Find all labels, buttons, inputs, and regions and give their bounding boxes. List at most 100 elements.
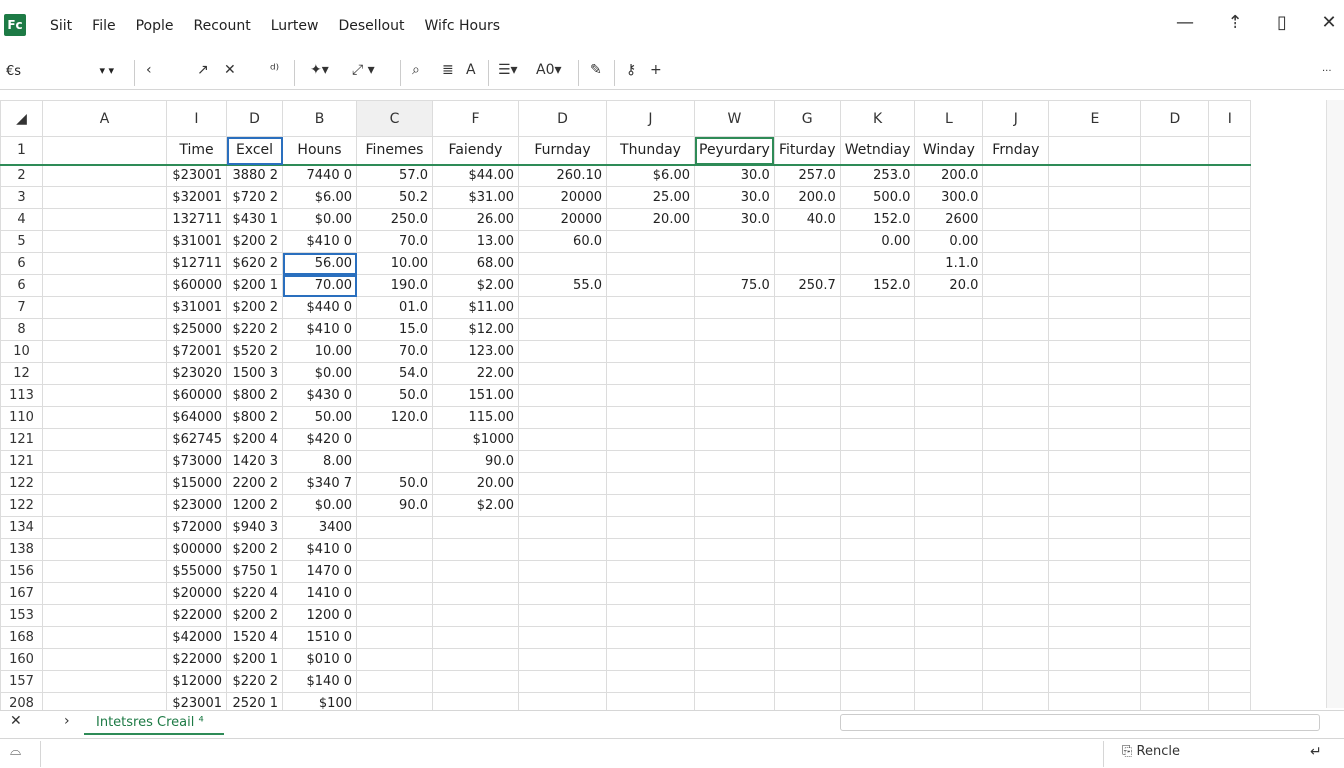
name-box[interactable]: €s ▾ ▾ xyxy=(0,60,120,86)
cell[interactable] xyxy=(518,538,607,561)
cell[interactable] xyxy=(914,472,984,495)
cell[interactable]: $12000 xyxy=(166,670,227,693)
cell[interactable] xyxy=(606,230,695,253)
cell[interactable] xyxy=(42,136,167,166)
row-header[interactable]: 153 xyxy=(0,604,43,627)
row-header[interactable]: 4 xyxy=(0,208,43,231)
cell[interactable] xyxy=(1140,582,1210,605)
cell[interactable]: 0.00 xyxy=(914,230,984,253)
cell[interactable]: $2.00 xyxy=(432,274,519,297)
cell[interactable] xyxy=(42,318,167,341)
cell[interactable] xyxy=(1140,538,1210,561)
cell[interactable]: $340 7 xyxy=(282,472,357,495)
cell[interactable] xyxy=(694,604,775,627)
pen-icon[interactable]: ✎ xyxy=(590,62,602,78)
cell[interactable] xyxy=(694,538,775,561)
cell[interactable] xyxy=(1140,450,1210,473)
cell[interactable]: 151.00 xyxy=(432,384,519,407)
cell[interactable]: 15.0 xyxy=(356,318,433,341)
cell[interactable] xyxy=(518,604,607,627)
row-header[interactable]: 156 xyxy=(0,560,43,583)
cell[interactable] xyxy=(518,318,607,341)
cell[interactable] xyxy=(1140,164,1210,187)
cell[interactable]: $940 3 xyxy=(226,516,283,539)
cell[interactable] xyxy=(839,296,916,319)
cell[interactable] xyxy=(694,406,775,429)
cell[interactable] xyxy=(773,252,841,275)
cell[interactable]: $220 4 xyxy=(226,582,283,605)
cell[interactable] xyxy=(518,450,607,473)
cell[interactable] xyxy=(1208,318,1252,341)
cell[interactable]: 120.0 xyxy=(356,406,433,429)
cell[interactable]: 40.0 xyxy=(773,208,841,231)
cell[interactable] xyxy=(1048,164,1142,187)
cell[interactable]: $200 1 xyxy=(226,648,283,671)
cell[interactable] xyxy=(982,428,1050,451)
cell[interactable] xyxy=(1140,626,1210,649)
cell[interactable] xyxy=(773,626,841,649)
cell[interactable]: 253.0 xyxy=(839,164,916,187)
cell[interactable]: $0.00 xyxy=(282,494,357,517)
cell[interactable] xyxy=(1140,516,1210,539)
cell[interactable] xyxy=(606,626,695,649)
cell[interactable] xyxy=(1048,318,1142,341)
menu-item-lurtew[interactable]: Lurtew xyxy=(271,18,319,34)
cell[interactable] xyxy=(356,582,433,605)
cell[interactable]: $200 2 xyxy=(226,230,283,253)
cell[interactable] xyxy=(839,362,916,385)
cell[interactable]: 20000 xyxy=(518,208,607,231)
cell[interactable]: Thunday xyxy=(606,136,695,166)
cell[interactable] xyxy=(1048,450,1142,473)
cell[interactable]: $00000 xyxy=(166,538,227,561)
cell[interactable]: $750 1 xyxy=(226,560,283,583)
cell[interactable]: 50.00 xyxy=(282,406,357,429)
cell[interactable] xyxy=(1048,472,1142,495)
cell[interactable]: $200 2 xyxy=(226,538,283,561)
cell[interactable] xyxy=(1208,670,1252,693)
cell[interactable]: $720 2 xyxy=(226,186,283,209)
row-header[interactable]: 6 xyxy=(0,252,43,275)
cell[interactable] xyxy=(914,406,984,429)
cell[interactable] xyxy=(982,164,1050,187)
cell[interactable]: $73000 xyxy=(166,450,227,473)
cell[interactable] xyxy=(518,384,607,407)
cell[interactable]: 200.0 xyxy=(914,164,984,187)
cell[interactable]: $31.00 xyxy=(432,186,519,209)
cell[interactable]: 152.0 xyxy=(839,274,916,297)
row-header[interactable]: 7 xyxy=(0,296,43,319)
cell[interactable] xyxy=(839,252,916,275)
close-icon[interactable]: ✕ xyxy=(1314,12,1344,33)
cell[interactable] xyxy=(1048,582,1142,605)
cell[interactable] xyxy=(982,406,1050,429)
row-header[interactable]: 160 xyxy=(0,648,43,671)
cell[interactable] xyxy=(982,560,1050,583)
cell[interactable] xyxy=(839,670,916,693)
cell[interactable]: Furnday xyxy=(518,136,607,166)
cell[interactable] xyxy=(42,626,167,649)
cell[interactable]: Winday xyxy=(914,136,984,166)
cell[interactable]: 3400 xyxy=(282,516,357,539)
cell[interactable] xyxy=(356,538,433,561)
cell[interactable] xyxy=(1048,230,1142,253)
row-header[interactable]: 167 xyxy=(0,582,43,605)
cell[interactable] xyxy=(432,626,519,649)
cell[interactable] xyxy=(773,560,841,583)
cell[interactable] xyxy=(773,428,841,451)
cell[interactable]: $0.00 xyxy=(282,208,357,231)
cell[interactable]: $15000 xyxy=(166,472,227,495)
cell[interactable] xyxy=(1208,516,1252,539)
cell[interactable] xyxy=(982,362,1050,385)
cell[interactable] xyxy=(606,648,695,671)
cell[interactable] xyxy=(773,362,841,385)
cell[interactable] xyxy=(694,472,775,495)
cell[interactable] xyxy=(1140,296,1210,319)
column-header[interactable]: J xyxy=(982,100,1050,137)
cell[interactable]: 50.0 xyxy=(356,384,433,407)
menu-item-siit[interactable]: Siit xyxy=(50,18,72,34)
cell[interactable] xyxy=(1140,318,1210,341)
cell[interactable] xyxy=(694,626,775,649)
cell[interactable]: $800 2 xyxy=(226,384,283,407)
cell[interactable] xyxy=(773,494,841,517)
font-size-icon[interactable]: A0▾ xyxy=(536,62,562,78)
cell[interactable]: Houns xyxy=(282,136,357,166)
